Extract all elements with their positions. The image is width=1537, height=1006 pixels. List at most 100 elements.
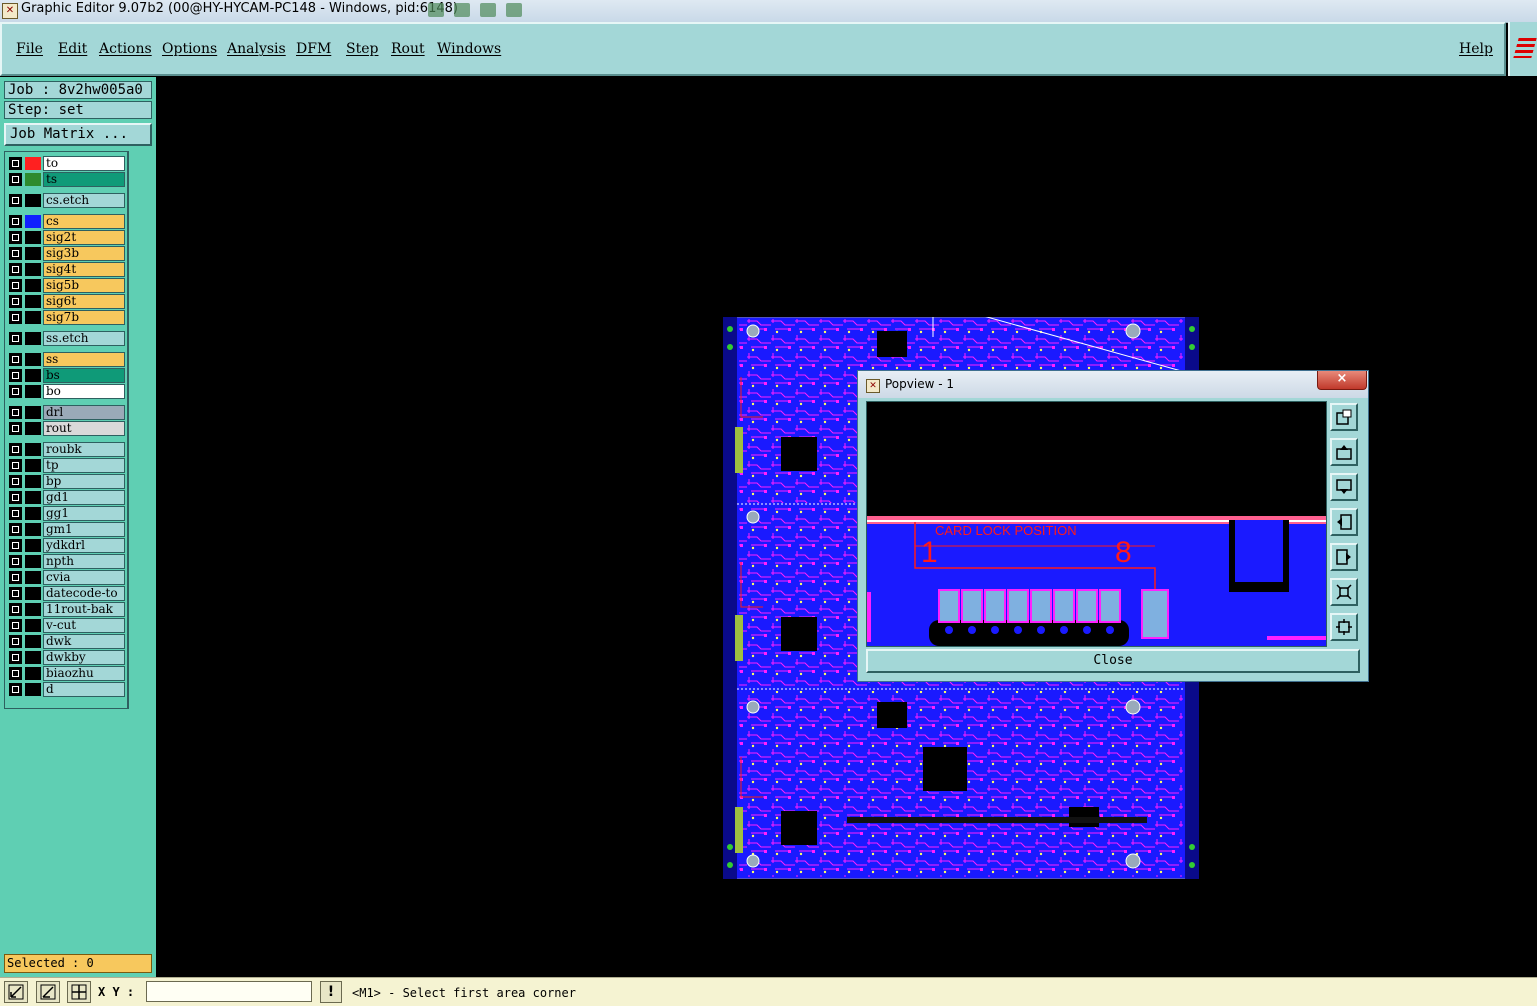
layer-name[interactable]: cs — [43, 214, 125, 229]
layer-color-swatch[interactable] — [25, 279, 41, 292]
layer-row[interactable]: bo — [7, 384, 125, 399]
layer-name[interactable]: 11rout-bak — [43, 602, 125, 617]
layer-name[interactable]: ydkdrl — [43, 538, 125, 553]
layer-color-swatch[interactable] — [25, 231, 41, 244]
layer-row[interactable]: d — [7, 682, 125, 697]
layer-color-swatch[interactable] — [25, 491, 41, 504]
layer-name[interactable]: sig2t — [43, 230, 125, 245]
layer-color-swatch[interactable] — [25, 311, 41, 324]
xy-coordinate-input[interactable] — [146, 981, 312, 1002]
layer-row[interactable]: sig3b — [7, 246, 125, 261]
layer-name[interactable]: sig5b — [43, 278, 125, 293]
layer-color-swatch[interactable] — [25, 406, 41, 419]
layer-name[interactable]: cvia — [43, 570, 125, 585]
layer-row[interactable]: cvia — [7, 570, 125, 585]
layer-row[interactable]: gg1 — [7, 506, 125, 521]
layer-visibility-checkbox[interactable] — [9, 635, 22, 648]
grid-icon[interactable] — [67, 981, 91, 1003]
popview-close-button[interactable]: Close — [866, 649, 1360, 673]
menu-step[interactable]: Step — [346, 41, 378, 57]
pan-left-icon[interactable] — [1330, 508, 1358, 536]
layer-visibility-checkbox[interactable] — [9, 215, 22, 228]
layer-color-swatch[interactable] — [25, 539, 41, 552]
layer-row[interactable]: to — [7, 156, 125, 171]
popview-titlebar[interactable]: ✕ Popview - 1 — [858, 371, 1368, 398]
layer-visibility-checkbox[interactable] — [9, 157, 22, 170]
popview-viewport[interactable]: CARD LOCK POSITION 1 8 — [866, 401, 1327, 647]
layer-visibility-checkbox[interactable] — [9, 683, 22, 696]
layer-name[interactable]: tp — [43, 458, 125, 473]
layer-visibility-checkbox[interactable] — [9, 523, 22, 536]
layer-color-swatch[interactable] — [25, 263, 41, 276]
layer-color-swatch[interactable] — [25, 587, 41, 600]
layer-color-swatch[interactable] — [25, 385, 41, 398]
layer-name[interactable]: rout — [43, 421, 125, 436]
layer-row[interactable]: drl — [7, 405, 125, 420]
layer-name[interactable]: npth — [43, 554, 125, 569]
menu-help[interactable]: Help — [1459, 41, 1493, 57]
layer-visibility-checkbox[interactable] — [9, 507, 22, 520]
warning-icon[interactable]: ! — [320, 981, 342, 1003]
layer-color-swatch[interactable] — [25, 603, 41, 616]
layer-name[interactable]: bp — [43, 474, 125, 489]
layer-color-swatch[interactable] — [25, 422, 41, 435]
job-matrix-button[interactable]: Job Matrix ... — [4, 123, 152, 146]
layer-color-swatch[interactable] — [25, 332, 41, 345]
layer-visibility-checkbox[interactable] — [9, 571, 22, 584]
layer-visibility-checkbox[interactable] — [9, 459, 22, 472]
menu-options[interactable]: Options — [162, 41, 217, 57]
layer-visibility-checkbox[interactable] — [9, 369, 22, 382]
layer-visibility-checkbox[interactable] — [9, 194, 22, 207]
pan-right-icon[interactable] — [1330, 543, 1358, 571]
layer-color-swatch[interactable] — [25, 157, 41, 170]
menu-edit[interactable]: Edit — [58, 41, 87, 57]
layer-color-swatch[interactable] — [25, 443, 41, 456]
layer-name[interactable]: sig3b — [43, 246, 125, 261]
layer-name[interactable]: drl — [43, 405, 125, 420]
layer-visibility-checkbox[interactable] — [9, 385, 22, 398]
zoom-out-icon[interactable] — [1330, 613, 1358, 641]
layer-color-swatch[interactable] — [25, 459, 41, 472]
layer-row[interactable]: bs — [7, 368, 125, 383]
layer-name[interactable]: sig7b — [43, 310, 125, 325]
layer-visibility-checkbox[interactable] — [9, 422, 22, 435]
layer-visibility-checkbox[interactable] — [9, 555, 22, 568]
layer-color-swatch[interactable] — [25, 173, 41, 186]
layer-row[interactable]: biaozhu — [7, 666, 125, 681]
layer-color-swatch[interactable] — [25, 571, 41, 584]
layer-color-swatch[interactable] — [25, 247, 41, 260]
layer-row[interactable]: tp — [7, 458, 125, 473]
layer-color-swatch[interactable] — [25, 667, 41, 680]
layer-color-swatch[interactable] — [25, 635, 41, 648]
layer-name[interactable]: bs — [43, 368, 125, 383]
layer-color-swatch[interactable] — [25, 683, 41, 696]
layer-row[interactable]: v-cut — [7, 618, 125, 633]
layer-row[interactable]: roubk — [7, 442, 125, 457]
layer-name[interactable]: ss.etch — [43, 331, 125, 346]
layer-row[interactable]: rout — [7, 421, 125, 436]
layer-row[interactable]: sig4t — [7, 262, 125, 277]
layer-row[interactable]: datecode-to — [7, 586, 125, 601]
layer-row[interactable]: ts — [7, 172, 125, 187]
layer-visibility-checkbox[interactable] — [9, 295, 22, 308]
layer-row[interactable]: ydkdrl — [7, 538, 125, 553]
layer-row[interactable]: ss — [7, 352, 125, 367]
menu-actions[interactable]: Actions — [99, 41, 152, 57]
menu-rout[interactable]: Rout — [391, 41, 425, 57]
measure-icon[interactable] — [36, 981, 60, 1003]
layer-visibility-checkbox[interactable] — [9, 667, 22, 680]
layer-row[interactable]: bp — [7, 474, 125, 489]
layer-visibility-checkbox[interactable] — [9, 311, 22, 324]
layer-color-swatch[interactable] — [25, 369, 41, 382]
zoom-window-icon[interactable] — [1330, 403, 1358, 431]
layer-name[interactable]: roubk — [43, 442, 125, 457]
menu-windows[interactable]: Windows — [437, 41, 501, 57]
layer-name[interactable]: gm1 — [43, 522, 125, 537]
layer-row[interactable]: dwk — [7, 634, 125, 649]
layer-row[interactable]: dwkby — [7, 650, 125, 665]
layer-name[interactable]: ts — [43, 172, 125, 187]
layer-row[interactable]: gm1 — [7, 522, 125, 537]
snap-icon[interactable] — [4, 981, 28, 1003]
layer-color-swatch[interactable] — [25, 619, 41, 632]
layer-visibility-checkbox[interactable] — [9, 231, 22, 244]
